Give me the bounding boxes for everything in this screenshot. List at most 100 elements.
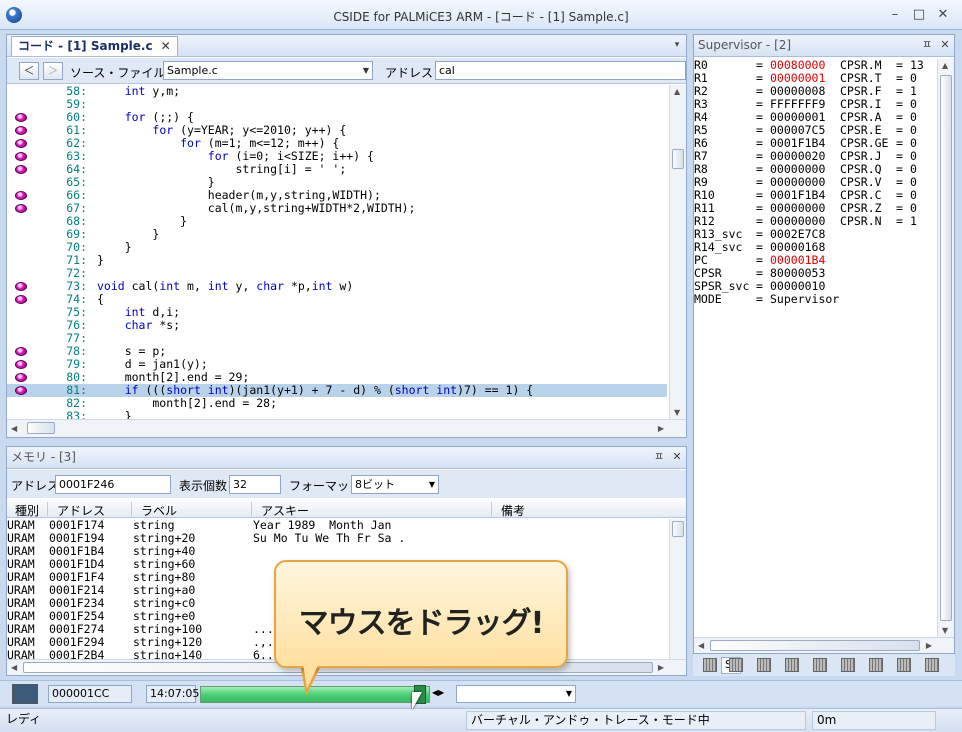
code-line[interactable]: 71:} [7,254,667,267]
code-toolbar: ＜ ＞ ソース・ファイル Sample.c ▼ アドレス cal [7,58,686,84]
chevron-down-icon: ▼ [362,66,369,75]
panel-tab-icon[interactable] [897,658,911,672]
breakpoint-icon[interactable] [15,386,27,395]
register-name: MODE [694,292,722,306]
supervisor-panel: Supervisor - [2] ㅍ ✕ R0 = 00080000 CPSR.M = 1… [693,34,955,654]
breakpoint-icon[interactable] [15,165,27,174]
chevron-down-icon: ▼ [565,689,572,698]
memory-address-input[interactable]: 0001F246 [55,475,171,494]
code-editor[interactable]: 58: int y,m; 59: 60: for (;;) {61: for (y=… [7,85,667,419]
tab-sample-c[interactable]: コード - [1] Sample.c ✕ [11,36,178,56]
pin-icon[interactable]: ㅍ [920,38,934,52]
panel-tab-icon[interactable] [757,658,771,672]
scroll-thumb[interactable] [672,149,684,169]
panel-close-icon[interactable]: ✕ [670,450,684,464]
scroll-up-icon[interactable]: ▲ [942,61,948,70]
format-value: 8ビット [355,478,395,491]
column-label[interactable]: ラベル [141,502,177,519]
slider-arrows-icon[interactable]: ◀▶ [432,688,444,697]
source-file-label: ソース・ファイル [70,66,166,80]
scroll-right-icon[interactable]: ▶ [926,641,932,650]
breakpoint-icon[interactable] [15,360,27,369]
memory-panel-header: メモリ - [3] ㅍ ✕ [7,447,686,469]
minimize-button[interactable]: – [886,7,904,23]
breakpoint-icon[interactable] [15,126,27,135]
register-list[interactable]: R0 = 00080000 CPSR.M = 13 R1 = 00000001 CPSR.T = 0 R… [694,59,938,639]
trace-icon[interactable] [12,684,38,704]
scroll-down-icon[interactable]: ▼ [942,626,948,635]
window-title: CSIDE for PALMiCE3 ARM - [コード - [1] Samp… [333,10,629,24]
scroll-thumb[interactable] [672,521,684,537]
close-button[interactable]: ✕ [934,7,952,23]
breakpoint-icon[interactable] [15,347,27,356]
breakpoint-icon[interactable] [15,152,27,161]
memory-table-header: 種別 アドレス ラベル アスキー 備考 [7,500,686,518]
scroll-right-icon[interactable]: ▶ [658,424,664,433]
pin-icon[interactable]: ㅍ [652,450,666,464]
memory-address: 0001F2B4 [49,648,105,660]
breakpoint-icon[interactable] [15,191,27,200]
panel-tab-icon[interactable] [841,658,855,672]
trace-combo[interactable]: ▼ [456,685,576,703]
memory-vertical-scrollbar[interactable] [669,519,686,659]
mouse-cursor-icon [412,692,422,710]
tab-menu-arrow-icon[interactable]: ▾ [670,38,684,52]
scroll-left-icon[interactable]: ◀ [11,424,17,433]
breakpoint-icon[interactable] [15,204,27,213]
panel-tab-icon[interactable] [869,658,883,672]
format-select[interactable]: 8ビット ▼ [351,475,439,494]
breakpoint-icon[interactable] [15,113,27,122]
panel-close-icon[interactable]: ✕ [938,38,952,52]
scroll-left-icon[interactable]: ◀ [698,641,704,650]
code-line[interactable]: 73: void cal(int m, int y, char *p,int w) [7,280,667,293]
register-row[interactable]: MODE = Supervisor [694,293,938,306]
forward-button[interactable]: ＞ [43,62,63,80]
column-address[interactable]: アドレス [57,502,105,519]
memory-address-label: アドレス [11,479,60,493]
scroll-thumb[interactable] [27,422,55,434]
panel-tab-strip: S [693,654,955,676]
panel-tab-icon[interactable] [729,658,743,672]
code-line[interactable]: 83: } [7,410,667,420]
code-line[interactable]: 76: char *s; [7,319,667,332]
breakpoint-icon[interactable] [15,295,27,304]
code-line[interactable]: 70: } [7,241,667,254]
title-bar: CSIDE for PALMiCE3 ARM - [コード - [1] Samp… [0,0,962,30]
breakpoint-icon[interactable] [15,282,27,291]
address-input[interactable]: cal [435,61,686,80]
column-ascii[interactable]: アスキー [261,502,309,519]
memory-panel-title: メモリ - [3] [11,450,76,464]
maximize-button[interactable]: □ [910,7,928,23]
scroll-right-icon[interactable]: ▶ [658,663,664,672]
scroll-down-icon[interactable]: ▼ [674,408,680,417]
tab-close-icon[interactable]: ✕ [161,39,171,53]
scroll-left-icon[interactable]: ◀ [11,663,17,672]
code-vertical-scrollbar[interactable]: ▲ ▼ [669,85,686,419]
address-label: アドレス [385,66,434,80]
scroll-thumb[interactable] [710,640,920,651]
panel-tab-icon[interactable] [703,658,717,672]
back-button[interactable]: ＜ [19,62,39,80]
code-horizontal-scrollbar[interactable]: ◀ ▶ [7,419,686,437]
panel-tab-icon[interactable] [925,658,939,672]
supervisor-horizontal-scrollbar[interactable]: ◀ ▶ [694,637,954,653]
panel-tab-icon[interactable] [813,658,827,672]
supervisor-vertical-scrollbar[interactable]: ▲ ▼ [937,59,954,637]
display-count-input[interactable]: 32 [229,475,281,494]
memory-row[interactable]: URAM 0001F1B4 string+40 [7,545,671,558]
memory-ascii: 6.. [253,648,274,660]
memory-toolbar: アドレス 0001F246 表示個数 32 フォーマット 8ビット ▼ [7,470,686,498]
panel-tab-icon[interactable] [785,658,799,672]
trace-toolbar: 000001CC 14:07:05 ◀▶ ▼ [0,680,962,706]
memory-type: URAM [7,648,35,660]
column-type[interactable]: 種別 [15,502,39,519]
breakpoint-icon[interactable] [15,373,27,382]
source-text: void cal(int m, int y, char *p,int w) [97,279,354,293]
code-line[interactable]: 58: int y,m; [7,85,667,98]
breakpoint-icon[interactable] [15,139,27,148]
scroll-thumb[interactable] [940,75,952,621]
memory-row[interactable]: URAM 0001F194 string+20 Su Mo Tu We Th Fr S… [7,532,671,545]
column-notes[interactable]: 備考 [501,502,525,519]
source-file-combo[interactable]: Sample.c ▼ [163,61,373,80]
scroll-up-icon[interactable]: ▲ [674,87,680,96]
